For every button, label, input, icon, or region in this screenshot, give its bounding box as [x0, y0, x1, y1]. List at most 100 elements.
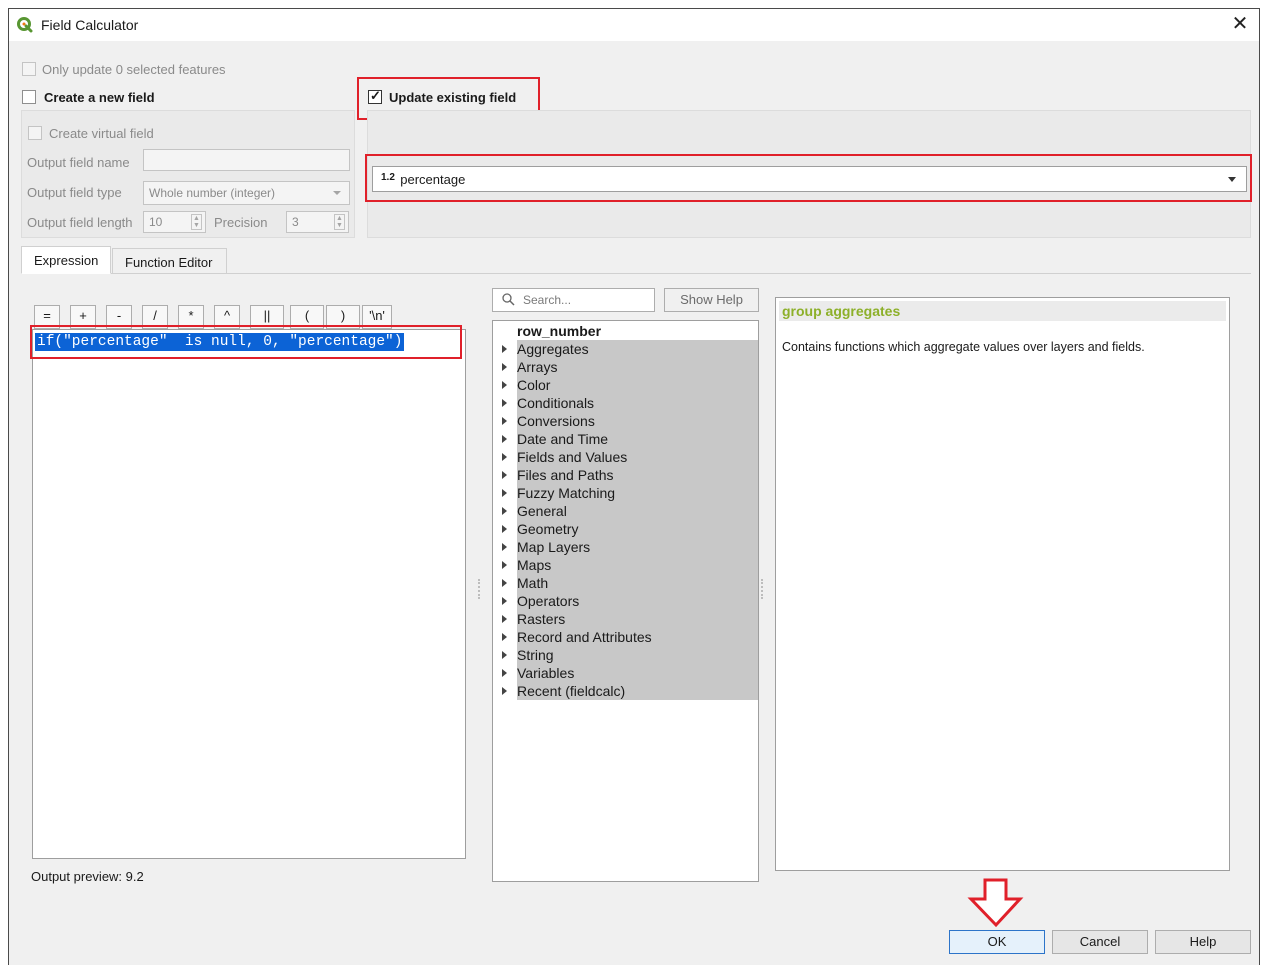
create-new-field-label: Create a new field: [44, 90, 155, 105]
expand-arrow-icon[interactable]: [502, 435, 507, 443]
tab-expression-label: Expression: [34, 253, 99, 268]
expression-text[interactable]: if("percentage" is null, 0, "percentage"…: [35, 333, 405, 351]
tree-group-item[interactable]: Conditionals: [517, 394, 594, 412]
ok-label: OK: [987, 934, 1007, 949]
tree-group-item[interactable]: Fields and Values: [517, 448, 627, 466]
operator-label: *: [188, 308, 194, 323]
precision-label: Precision: [214, 215, 268, 230]
expand-arrow-icon[interactable]: [502, 507, 507, 515]
expand-arrow-icon[interactable]: [502, 381, 507, 389]
tree-group-item[interactable]: Date and Time: [517, 430, 608, 448]
expand-arrow-icon[interactable]: [502, 471, 507, 479]
help-button[interactable]: Help: [1155, 930, 1251, 954]
expand-arrow-icon[interactable]: [502, 363, 507, 371]
tree-group-item[interactable]: Geometry: [517, 520, 578, 538]
help-panel: group aggregates Contains functions whic…: [775, 297, 1230, 871]
existing-field-select[interactable]: 1.2 percentage: [372, 166, 1247, 192]
show-help-button[interactable]: Show Help: [664, 288, 759, 312]
expand-arrow-icon[interactable]: [502, 615, 507, 623]
expand-arrow-icon[interactable]: [502, 597, 507, 605]
close-icon[interactable]: ✕: [1227, 11, 1253, 37]
expand-arrow-icon[interactable]: [502, 561, 507, 569]
expand-arrow-icon[interactable]: [502, 579, 507, 587]
expand-arrow-icon[interactable]: [502, 687, 507, 695]
expand-arrow-icon[interactable]: [502, 669, 507, 677]
tree-group-item[interactable]: Fuzzy Matching: [517, 484, 615, 502]
operator-open-paren-button[interactable]: (: [290, 305, 324, 329]
operator-plus-button[interactable]: +: [70, 305, 96, 329]
tree-group-item[interactable]: Rasters: [517, 610, 565, 628]
tree-group-item[interactable]: Record and Attributes: [517, 628, 652, 646]
tree-group-item[interactable]: Recent (fieldcalc): [517, 682, 625, 700]
operator-label: ||: [263, 308, 271, 323]
operator-multiply-button[interactable]: *: [178, 305, 204, 329]
spin-arrows-icon: ▲ ▼: [334, 214, 345, 230]
arrow-down-annotation-icon: [967, 878, 1024, 928]
output-field-name-input[interactable]: [143, 149, 350, 171]
only-update-selected-checkbox[interactable]: [22, 62, 36, 76]
function-search-input[interactable]: Search...: [492, 288, 655, 312]
precision-spinbox[interactable]: 3 ▲ ▼: [286, 211, 349, 233]
create-virtual-field-checkbox[interactable]: [28, 126, 42, 140]
tree-group-item[interactable]: Arrays: [517, 358, 557, 376]
expand-arrow-icon[interactable]: [502, 417, 507, 425]
create-virtual-field-label: Create virtual field: [49, 126, 154, 141]
tree-group-item[interactable]: Conversions: [517, 412, 595, 430]
tree-group-item[interactable]: Math: [517, 574, 548, 592]
tree-group-item[interactable]: Map Layers: [517, 538, 590, 556]
window-title: Field Calculator: [41, 17, 139, 33]
chevron-down-icon: [1228, 177, 1236, 182]
help-label: Help: [1189, 934, 1217, 949]
tab-function-editor-label: Function Editor: [125, 255, 213, 270]
help-title: group aggregates: [779, 301, 1226, 321]
tree-group-item[interactable]: String: [517, 646, 554, 664]
splitter-handle[interactable]: [478, 579, 480, 599]
operator-power-button[interactable]: ^: [214, 305, 240, 329]
help-text: Contains functions which aggregate value…: [782, 340, 1145, 354]
operator-minus-button[interactable]: -: [106, 305, 132, 329]
expression-editor[interactable]: if("percentage" is null, 0, "percentage"…: [32, 329, 466, 859]
operator-equals-button[interactable]: =: [34, 305, 60, 329]
expand-arrow-icon[interactable]: [502, 633, 507, 641]
operator-close-paren-button[interactable]: ): [326, 305, 360, 329]
show-help-label: Show Help: [680, 292, 743, 307]
tree-group-item[interactable]: Operators: [517, 592, 579, 610]
expand-arrow-icon[interactable]: [502, 651, 507, 659]
expand-arrow-icon[interactable]: [502, 525, 507, 533]
tree-group-item[interactable]: General: [517, 502, 567, 520]
chevron-down-icon: [333, 191, 341, 195]
expand-arrow-icon[interactable]: [502, 399, 507, 407]
tree-group-item[interactable]: Variables: [517, 664, 574, 682]
expand-arrow-icon[interactable]: [502, 453, 507, 461]
search-icon: [502, 293, 515, 306]
output-field-length-spinbox[interactable]: 10 ▲ ▼: [143, 211, 206, 233]
function-tree[interactable]: row_number Aggregates Arrays Color Conditio…: [492, 320, 759, 882]
output-field-type-select[interactable]: Whole number (integer): [143, 181, 350, 205]
ok-button[interactable]: OK: [949, 930, 1045, 954]
splitter-handle[interactable]: [761, 579, 763, 599]
update-existing-field-checkbox[interactable]: ✓: [368, 88, 382, 104]
cancel-button[interactable]: Cancel: [1052, 930, 1148, 954]
expand-arrow-icon[interactable]: [502, 489, 507, 497]
operator-newline-button[interactable]: '\n': [362, 305, 392, 329]
expand-arrow-icon[interactable]: [502, 345, 507, 353]
tab-function-editor[interactable]: Function Editor: [112, 248, 227, 274]
operator-divide-button[interactable]: /: [142, 305, 168, 329]
checkmark-icon: ✓: [370, 88, 381, 103]
only-update-selected-label: Only update 0 selected features: [42, 62, 226, 77]
tab-expression[interactable]: Expression: [21, 246, 111, 274]
operator-label: +: [79, 308, 87, 323]
tree-item-row-number[interactable]: row_number: [517, 322, 601, 340]
output-field-length-label: Output field length: [27, 215, 133, 230]
tree-group-item[interactable]: Aggregates: [517, 340, 589, 358]
operator-concat-button[interactable]: ||: [250, 305, 284, 329]
tree-group-item[interactable]: Files and Paths: [517, 466, 614, 484]
tree-group-item[interactable]: Maps: [517, 556, 551, 574]
precision-value: 3: [292, 215, 299, 229]
operator-label: ): [340, 308, 346, 323]
qgis-logo-icon: [17, 17, 33, 33]
output-field-type-value: Whole number (integer): [149, 186, 276, 200]
create-new-field-checkbox[interactable]: [22, 90, 36, 104]
tree-group-item[interactable]: Color: [517, 376, 550, 394]
expand-arrow-icon[interactable]: [502, 543, 507, 551]
